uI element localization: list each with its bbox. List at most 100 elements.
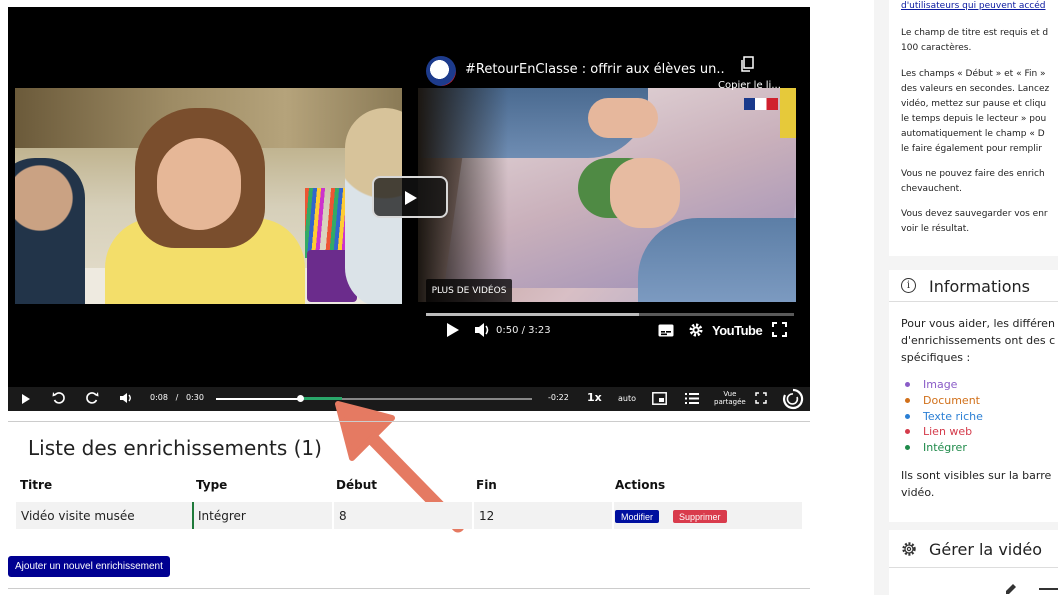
time-separator: / [175,393,179,402]
play-icon[interactable] [446,322,460,338]
subtitles-icon[interactable] [658,324,674,337]
help-text: Les champs « Début » et « Fin » [901,69,1046,79]
video-thumbnail-drawing [418,88,796,302]
help-text: chevauchent. [901,184,963,194]
divider [8,588,810,589]
legend-dot-icon [905,397,910,403]
legend-item: Image [905,378,957,391]
row-title: Vidéo visite musée [21,508,135,523]
legend-dot-icon [905,429,910,435]
menu-icon[interactable] [1039,588,1058,590]
legend-item: Document [905,394,980,407]
legend-dot-icon [905,382,910,387]
youtube-progress-bar[interactable] [426,313,794,316]
gear-icon [902,542,916,556]
row-start: 8 [339,508,347,523]
shared-view-line2: partagée [714,398,746,406]
more-videos-button[interactable]: PLUS DE VIDÉOS [426,279,512,303]
delete-button[interactable]: Supprimer [673,510,727,523]
manage-video-title: Gérer la vidéo [929,540,1043,559]
legend-item: Texte riche [905,410,983,423]
help-text: voir le résultat. [901,224,970,234]
progress-bar[interactable] [216,395,532,402]
legend-dot-icon [905,445,910,451]
edit-icon[interactable] [1005,584,1019,595]
help-text: Vous devez sauvegarder vos enr [901,209,1048,219]
volume-icon[interactable] [119,391,133,405]
info-text: vidéo. [901,486,935,499]
info-icon: i [901,278,916,293]
rewind-icon[interactable] [52,391,66,405]
shared-view-button[interactable]: Vue partagée [714,390,746,406]
volume-icon[interactable] [474,322,492,338]
modify-button[interactable]: Modifier [615,510,660,523]
legend-label: Document [923,393,980,407]
enrichment-marker[interactable] [300,397,343,400]
manage-video-card: Gérer la vidéo [889,530,1058,595]
enrichment-list-title: Liste des enrichissements (1) [28,436,322,460]
player-time: 0:08 / 0:30 [150,393,204,402]
help-text: le temps depuis le lecteur » pou [901,114,1047,124]
legend-label: Texte riche [923,409,983,423]
copy-link-label[interactable]: Copier le li... [718,80,781,91]
info-text: Pour vous aider, les différen [901,317,1055,330]
settings-gear-icon[interactable] [688,322,704,338]
legend-item: Lien web [905,425,972,438]
remaining-time: -0:22 [548,393,569,402]
shared-view-line1: Vue [723,390,737,398]
copy-icon[interactable] [739,56,755,72]
column-header-title: Titre [20,478,53,492]
spinner-logo-icon [782,388,804,410]
progress-handle[interactable] [297,395,305,402]
help-text: Le champ de titre est requis et d [901,28,1049,38]
legend-label: Intégrer [923,441,967,455]
help-text: 100 caractères. [901,43,972,53]
video-title[interactable]: #RetourEnClasse : offrir aux élèves un..… [465,62,725,77]
picture-in-picture-icon[interactable] [652,392,667,405]
channel-avatar[interactable] [426,56,456,86]
help-text: vidéo, mettez sur pause et cliqu [901,99,1047,109]
help-text: automatiquement le champ « D [901,129,1045,139]
info-card: i Informations Pour vous aider, les diff… [889,270,1058,522]
info-title: Informations [929,277,1030,296]
play-icon [405,191,417,205]
info-text: spécifiques : [901,351,971,364]
manage-card-header: Gérer la vidéo [889,530,1058,568]
youtube-embed[interactable]: #RetourEnClasse : offrir aux élèves un..… [8,7,810,387]
info-text: d'enrichissements ont des c [901,334,1056,347]
help-card: d'utilisateurs qui peuvent accéd Le cham… [889,0,1058,256]
playback-speed-button[interactable]: 1x [587,391,602,404]
quality-button[interactable]: auto [618,394,636,403]
duration: 0:30 [185,393,204,402]
chapters-list-icon[interactable] [685,393,699,404]
legend-label: Image [923,378,958,391]
fullscreen-icon[interactable] [755,392,767,404]
column-header-actions: Actions [615,478,666,492]
help-text: des valeurs en secondes. Lancez [901,84,1050,94]
info-text: Ils sont visibles sur la barre [901,469,1052,482]
youtube-logo[interactable]: YouTube [712,323,763,338]
divider [8,421,810,422]
row-type: Intégrer [198,508,246,523]
current-time: 0:08 [150,393,168,402]
progress-fill [216,398,301,400]
video-thumbnail-classroom [15,88,402,304]
play-icon[interactable] [21,393,31,405]
fullscreen-icon[interactable] [772,322,787,337]
help-text: Vous ne pouvez faire des enrich [901,169,1045,179]
help-link[interactable]: d'utilisateurs qui peuvent accéd [901,1,1046,11]
row-end: 12 [479,508,495,523]
youtube-controls: 0:50 / 3:23 YouTube [426,319,796,343]
column-header-start: Début [336,478,377,492]
republique-francaise-logo [744,98,778,110]
info-card-header: i Informations [889,270,1058,302]
column-header-end: Fin [476,478,497,492]
column-header-type: Type [196,478,228,492]
forward-icon[interactable] [85,391,99,405]
legend-dot-icon [905,413,910,419]
add-enrichment-button[interactable]: Ajouter un nouvel enrichissement [8,556,170,577]
legend-item: Intégrer [905,441,967,454]
video-player[interactable]: #RetourEnClasse : offrir aux élèves un..… [8,7,810,411]
youtube-time: 0:50 / 3:23 [496,325,551,336]
play-button[interactable] [372,176,448,218]
